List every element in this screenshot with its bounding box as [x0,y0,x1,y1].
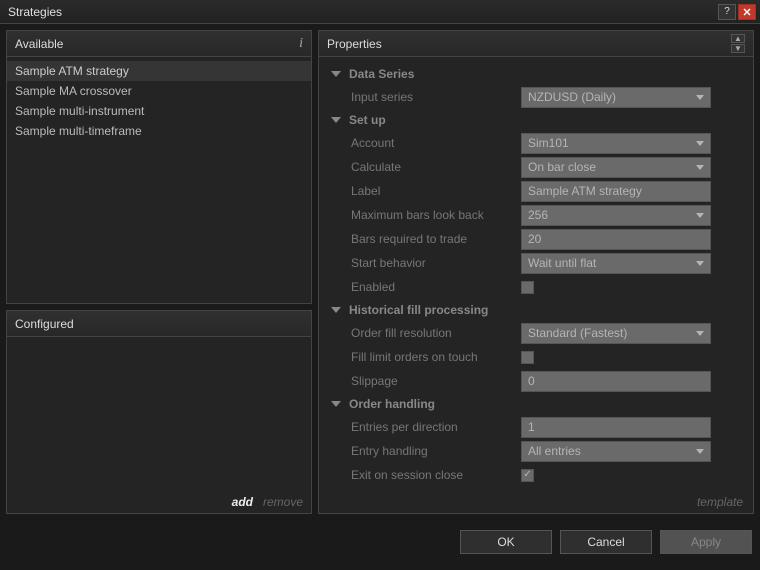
configured-header: Configured [7,311,311,337]
left-column: Available i Sample ATM strategySample MA… [6,30,312,514]
close-icon [743,8,751,16]
chevron-down-icon [331,117,341,123]
fill-limit-checkbox[interactable] [521,351,534,364]
group-hist-fill[interactable]: Historical fill processing [325,299,739,321]
available-title: Available [15,37,63,51]
row-label: Label Sample ATM strategy [325,179,739,203]
chevron-down-icon [696,331,704,336]
order-fill-select[interactable]: Standard (Fastest) [521,323,711,344]
bars-req-input[interactable]: 20 [521,229,711,250]
ok-button[interactable]: OK [460,530,552,554]
properties-header: Properties ▲ ▼ [319,31,753,57]
remove-link: remove [263,495,303,509]
chevron-down-icon [696,165,704,170]
entry-handling-select[interactable]: All entries [521,441,711,462]
row-entry-handling: Entry handling All entries [325,439,739,463]
row-order-fill: Order fill resolution Standard (Fastest) [325,321,739,345]
row-bars-req: Bars required to trade 20 [325,227,739,251]
titlebar: Strategies ? [0,0,760,24]
chevron-down-icon [331,401,341,407]
chevron-down-icon [696,261,704,266]
add-link[interactable]: add [232,495,253,509]
cancel-button[interactable]: Cancel [560,530,652,554]
row-start-beh: Start behavior Wait until flat [325,251,739,275]
chevron-down-icon [331,71,341,77]
calculate-select[interactable]: On bar close [521,157,711,178]
properties-title: Properties [327,37,731,51]
row-calculate: Calculate On bar close [325,155,739,179]
available-item[interactable]: Sample multi-timeframe [7,121,311,141]
available-list: Sample ATM strategySample MA crossoverSa… [7,57,311,303]
row-exit-session: Exit on session close ✓ [325,463,739,487]
start-beh-select[interactable]: Wait until flat [521,253,711,274]
row-input-series: Input series NZDUSD (Daily) [325,85,739,109]
spin-up-button[interactable]: ▲ [731,34,745,43]
entries-per-input[interactable]: 1 [521,417,711,438]
group-set-up[interactable]: Set up [325,109,739,131]
label-order-fill: Order fill resolution [351,326,521,340]
group-data-series[interactable]: Data Series [325,63,739,85]
label-enabled: Enabled [351,280,521,294]
slippage-input[interactable]: 0 [521,371,711,392]
label-account: Account [351,136,521,150]
input-series-select[interactable]: NZDUSD (Daily) [521,87,711,108]
max-bars-select[interactable]: 256 [521,205,711,226]
chevron-down-icon [696,141,704,146]
label-slippage: Slippage [351,374,521,388]
properties-panel: Properties ▲ ▼ Data Series Input series … [318,30,754,514]
chevron-down-icon [696,449,704,454]
properties-body[interactable]: Data Series Input series NZDUSD (Daily) … [319,57,753,491]
label-entry-handling: Entry handling [351,444,521,458]
label-bars-req: Bars required to trade [351,232,521,246]
window-title: Strategies [8,5,716,19]
label-max-bars: Maximum bars look back [351,208,521,222]
configured-panel: Configured add remove [6,310,312,514]
apply-button[interactable]: Apply [660,530,752,554]
properties-footer: template [319,491,753,513]
template-link[interactable]: template [697,495,743,509]
info-icon[interactable]: i [299,36,303,52]
account-select[interactable]: Sim101 [521,133,711,154]
available-item[interactable]: Sample ATM strategy [7,61,311,81]
available-panel: Available i Sample ATM strategySample MA… [6,30,312,304]
chevron-down-icon [696,95,704,100]
row-entries-per: Entries per direction 1 [325,415,739,439]
dialog-buttons: OK Cancel Apply [0,520,760,564]
label-start-beh: Start behavior [351,256,521,270]
label-exit-session: Exit on session close [351,468,521,482]
exit-session-checkbox[interactable]: ✓ [521,469,534,482]
enabled-checkbox[interactable] [521,281,534,294]
content-area: Available i Sample ATM strategySample MA… [0,24,760,520]
chevron-down-icon [696,213,704,218]
available-item[interactable]: Sample multi-instrument [7,101,311,121]
row-enabled: Enabled [325,275,739,299]
label-input-series: Input series [351,90,521,104]
row-account: Account Sim101 [325,131,739,155]
label-entries-per: Entries per direction [351,420,521,434]
available-header: Available i [7,31,311,57]
configured-list [7,337,311,491]
row-slippage: Slippage 0 [325,369,739,393]
row-max-bars: Maximum bars look back 256 [325,203,739,227]
help-button[interactable]: ? [718,4,736,20]
spin-down-button[interactable]: ▼ [731,44,745,53]
close-button[interactable] [738,4,756,20]
label-input[interactable]: Sample ATM strategy [521,181,711,202]
configured-footer: add remove [7,491,311,513]
right-column: Properties ▲ ▼ Data Series Input series … [318,30,754,514]
label-label: Label [351,184,521,198]
row-fill-limit: Fill limit orders on touch [325,345,739,369]
label-fill-limit: Fill limit orders on touch [351,350,521,364]
properties-spin: ▲ ▼ [731,34,745,53]
chevron-down-icon [331,307,341,313]
available-item[interactable]: Sample MA crossover [7,81,311,101]
label-calculate: Calculate [351,160,521,174]
group-order-handling[interactable]: Order handling [325,393,739,415]
configured-title: Configured [15,317,74,331]
